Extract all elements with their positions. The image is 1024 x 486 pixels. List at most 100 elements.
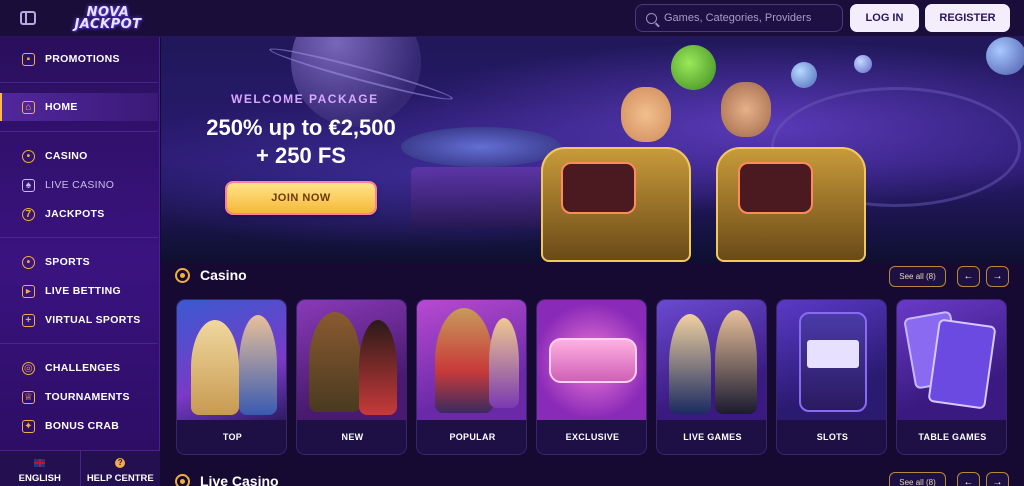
- zeus-figure: [191, 320, 239, 415]
- sidebar-item-label: SPORTS: [45, 256, 90, 268]
- sidebar-item-label: CASINO: [45, 150, 88, 162]
- help-centre-link[interactable]: ? HELP CENTRE: [81, 451, 161, 486]
- spade-icon: [175, 473, 190, 486]
- language-label: ENGLISH: [18, 473, 61, 484]
- gamepad-icon: +: [22, 313, 35, 327]
- popular-card-image: [417, 300, 526, 422]
- sidebar-item-casino[interactable]: • CASINO: [0, 142, 158, 170]
- sidebar: ▪ PROMOTIONS ⌂ HOME • CASINO ♠ LIVE CASI…: [0, 37, 160, 486]
- sidebar-item-live-betting[interactable]: ▸ LIVE BETTING: [0, 277, 158, 305]
- live-casino-prev-button[interactable]: ←: [957, 472, 980, 486]
- sidebar-item-label: TOURNAMENTS: [45, 391, 130, 403]
- table-games-card-image: [897, 300, 1006, 422]
- target-icon: ◎: [22, 361, 35, 375]
- car-screen-left: [561, 162, 636, 214]
- banner-headline: 250% up to €2,500 + 250 FS: [181, 114, 421, 169]
- card-label: TABLE GAMES: [897, 420, 1006, 454]
- new-card-image: [297, 300, 406, 422]
- sidebar-item-virtual-sports[interactable]: + VIRTUAL SPORTS: [0, 306, 158, 334]
- card-label: POPULAR: [417, 420, 526, 454]
- sidebar-item-label: JACKPOTS: [45, 208, 105, 220]
- category-card-live-games[interactable]: LIVE GAMES: [656, 299, 767, 455]
- category-card-popular[interactable]: POPULAR: [416, 299, 527, 455]
- sidebar-divider: [0, 237, 158, 238]
- exclusive-card-image: [537, 300, 646, 422]
- sidebar-toggle-icon[interactable]: [20, 11, 36, 25]
- chip-icon: •: [22, 149, 35, 163]
- sidebar-item-live-casino[interactable]: ♠ LIVE CASINO: [0, 171, 158, 199]
- casino-title: Casino: [200, 267, 247, 283]
- sidebar-item-label: LIVE CASINO: [45, 179, 115, 191]
- top-header: NOVA JACKPOT LOG IN REGISTER: [0, 0, 1024, 37]
- spade-icon: ♠: [22, 178, 35, 192]
- category-card-exclusive[interactable]: EXCLUSIVE: [536, 299, 647, 455]
- help-icon: ?: [115, 458, 126, 468]
- home-icon: ⌂: [22, 100, 35, 114]
- live-casino-next-button[interactable]: →: [986, 472, 1009, 486]
- search-icon: [646, 12, 657, 24]
- sidebar-item-promotions[interactable]: ▪ PROMOTIONS: [0, 45, 158, 73]
- search-input[interactable]: [664, 12, 839, 24]
- sidebar-item-bonus-crab[interactable]: ✦ BONUS CRAB: [0, 412, 158, 440]
- site-logo[interactable]: NOVA JACKPOT: [60, 4, 156, 34]
- register-button[interactable]: REGISTER: [925, 4, 1010, 32]
- live-casino-section-title: Live Casino: [175, 473, 279, 486]
- sidebar-item-jackpots[interactable]: 7 JACKPOTS: [0, 200, 158, 228]
- sidebar-footer: ENGLISH ? HELP CENTRE: [0, 450, 160, 486]
- category-card-top[interactable]: TOP: [176, 299, 287, 455]
- sidebar-item-label: VIRTUAL SPORTS: [45, 314, 141, 326]
- category-card-slots[interactable]: SLOTS: [776, 299, 887, 455]
- arrow-right-icon: →: [992, 271, 1003, 282]
- join-now-button[interactable]: JOIN NOW: [227, 183, 375, 213]
- sidebar-item-label: BONUS CRAB: [45, 420, 120, 432]
- sidebar-item-label: PROMOTIONS: [45, 53, 120, 65]
- promo-banner[interactable]: WELCOME PACKAGE 250% up to €2,500 + 250 …: [161, 37, 1024, 262]
- slots-card-image: [777, 300, 886, 422]
- slot-reels-icon: [807, 340, 859, 368]
- sidebar-item-tournaments[interactable]: ♕ TOURNAMENTS: [0, 383, 158, 411]
- sidebar-item-challenges[interactable]: ◎ CHALLENGES: [0, 354, 158, 382]
- sidebar-divider: [0, 131, 158, 132]
- language-selector[interactable]: ENGLISH: [0, 451, 81, 486]
- live-games-card-image: [657, 300, 766, 422]
- car-screen-right: [738, 162, 813, 214]
- sidebar-divider: [0, 343, 158, 344]
- logo-line2: JACKPOT: [74, 17, 142, 32]
- casino-see-all-button[interactable]: See all (8): [889, 266, 946, 287]
- sidebar-item-home[interactable]: ⌂ HOME: [0, 93, 158, 121]
- seven-icon: 7: [22, 207, 35, 221]
- cowgirl-figure: [489, 318, 519, 408]
- moon-image: [791, 62, 817, 88]
- card-label: NEW: [297, 420, 406, 454]
- live-casino-see-all-button[interactable]: See all (8): [889, 472, 946, 486]
- welcome-eyebrow: WELCOME PACKAGE: [231, 92, 379, 106]
- live-casino-title: Live Casino: [200, 473, 279, 486]
- sidebar-item-label: CHALLENGES: [45, 362, 121, 374]
- sidebar-item-label: HOME: [45, 101, 78, 113]
- trophy-icon: ♕: [22, 390, 35, 404]
- casino-prev-button[interactable]: ←: [957, 266, 980, 287]
- crown-icon: [549, 338, 637, 383]
- headline-line1: 250% up to €2,500: [206, 115, 396, 140]
- live-icon: ▸: [22, 284, 35, 298]
- card-label: SLOTS: [777, 420, 886, 454]
- dealer-man-figure: [715, 310, 757, 414]
- arrow-right-icon: →: [992, 477, 1003, 486]
- arrow-left-icon: ←: [963, 477, 974, 486]
- alien-image: [671, 45, 716, 90]
- card-label: LIVE GAMES: [657, 420, 766, 454]
- ball-icon: •: [22, 255, 35, 269]
- dealer-woman-figure: [669, 314, 711, 414]
- casino-next-button[interactable]: →: [986, 266, 1009, 287]
- gift-icon: ▪: [22, 52, 35, 66]
- man-character-image: [721, 82, 771, 137]
- cowboy-figure: [435, 308, 493, 413]
- headline-line2: + 250 FS: [256, 142, 346, 168]
- chip-icon: [175, 267, 190, 283]
- search-box[interactable]: [635, 4, 843, 32]
- city-image: [411, 167, 561, 227]
- category-card-new[interactable]: NEW: [296, 299, 407, 455]
- login-button[interactable]: LOG IN: [850, 4, 919, 32]
- sidebar-item-sports[interactable]: • SPORTS: [0, 248, 158, 276]
- category-card-table-games[interactable]: TABLE GAMES: [896, 299, 1007, 455]
